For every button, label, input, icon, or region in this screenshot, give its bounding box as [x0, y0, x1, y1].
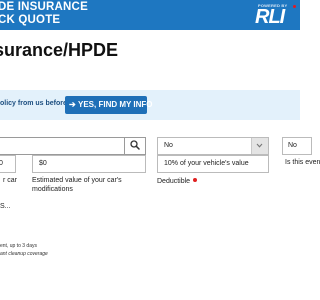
logo-accent-dot — [293, 5, 296, 8]
time-trials-value: No — [164, 142, 173, 149]
rli-logo: RLI — [255, 6, 285, 28]
coverage-note-2: ant cleanup coverage — [0, 251, 48, 257]
deductible-label: Deductible — [157, 178, 191, 185]
page-title: surance/HPDE — [0, 40, 119, 60]
find-my-info-label: YES, FIND MY INFO — [78, 100, 153, 109]
deductible-label-row: Deductible — [157, 178, 198, 185]
chevron-down-icon — [256, 143, 263, 148]
time-trials-dropdown-toggle[interactable] — [251, 138, 268, 154]
modifications-label: Estimated value of your car's modificati… — [32, 177, 122, 193]
time-trials-select[interactable]: No — [157, 137, 269, 155]
header-title-line1: DE INSURANCE — [0, 1, 88, 13]
coverage-note-1: ent, up to 3 days — [0, 243, 37, 249]
banner-prompt: olicy from us before? — [0, 100, 72, 107]
section-ellipsis: S... — [0, 203, 11, 210]
arrow-right-icon: ➔ — [69, 100, 76, 109]
event-select[interactable]: No — [282, 137, 312, 155]
returning-customer-banner: olicy from us before? ➔ YES, FIND MY INF… — [0, 90, 300, 120]
modifications-value-field[interactable]: $0 — [32, 155, 146, 173]
event-value: No — [288, 142, 297, 149]
header-bar: DE INSURANCE CK QUOTE POWERED BY RLI — [0, 0, 300, 30]
search-button[interactable] — [124, 137, 146, 155]
required-indicator — [193, 178, 198, 182]
car-value-text: 0 — [0, 160, 3, 167]
event-question: Is this event — [285, 159, 320, 166]
search-icon — [130, 140, 140, 150]
find-my-info-button[interactable]: ➔ YES, FIND MY INFO — [65, 96, 153, 114]
modifications-value-text: $0 — [39, 160, 47, 167]
deductible-select[interactable]: 10% of your vehicle's value — [157, 155, 269, 173]
deductible-value: 10% of your vehicle's value — [164, 160, 249, 167]
car-value-field[interactable]: 0 — [0, 155, 16, 173]
car-value-label: r car — [3, 177, 17, 184]
header-title-line2: CK QUOTE — [0, 14, 61, 26]
